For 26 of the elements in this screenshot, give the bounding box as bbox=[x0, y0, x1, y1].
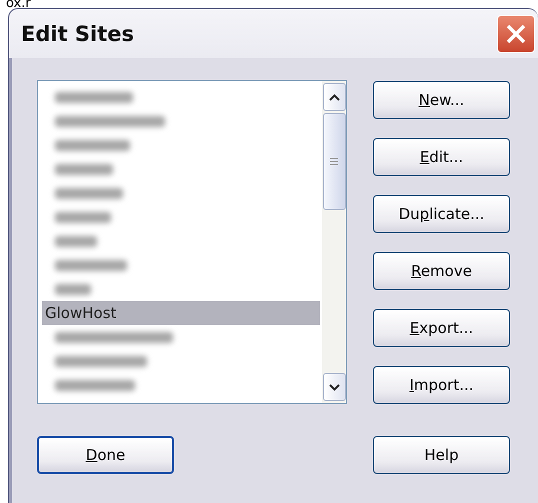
blurred-text bbox=[55, 212, 111, 223]
action-button[interactable]: New... bbox=[373, 81, 510, 119]
grip-icon bbox=[330, 158, 338, 165]
caret-down-icon bbox=[328, 384, 340, 390]
list-item[interactable]: GlowHost bbox=[42, 301, 320, 325]
blurred-text bbox=[55, 260, 127, 271]
blurred-text bbox=[55, 164, 113, 175]
blurred-text bbox=[55, 284, 91, 295]
caret-up-icon bbox=[328, 94, 340, 100]
action-button[interactable]: Remove bbox=[373, 252, 510, 290]
help-button[interactable]: Help bbox=[373, 436, 510, 474]
window-title: Edit Sites bbox=[21, 22, 134, 46]
action-button[interactable]: Duplicate... bbox=[373, 195, 510, 233]
close-icon bbox=[505, 22, 527, 44]
scroll-down-button[interactable] bbox=[322, 373, 346, 401]
caption-text: ox.r bbox=[5, 0, 32, 8]
action-button[interactable]: Import... bbox=[373, 366, 510, 404]
action-button[interactable]: Edit... bbox=[373, 138, 510, 176]
action-button[interactable]: Export... bbox=[373, 309, 510, 347]
close-button[interactable] bbox=[497, 14, 535, 52]
blurred-text bbox=[55, 188, 123, 199]
scroll-up-button[interactable] bbox=[322, 83, 346, 111]
blurred-text bbox=[55, 236, 97, 247]
done-button[interactable]: Done bbox=[37, 436, 174, 474]
site-list[interactable]: GlowHost bbox=[37, 80, 347, 404]
scroll-thumb[interactable] bbox=[322, 113, 346, 210]
